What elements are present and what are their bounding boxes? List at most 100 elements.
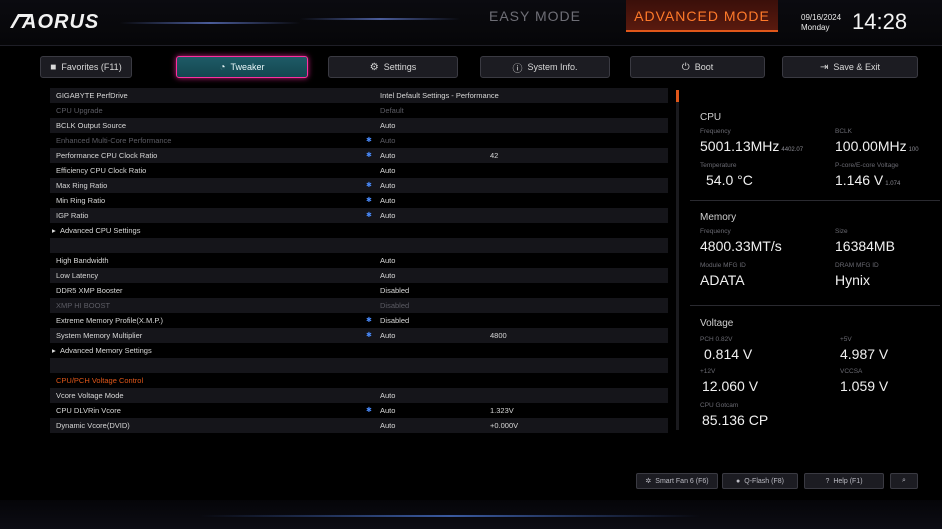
main-tabs: ■ Favorites (F11) ◔ Tweaker ⚙ Settings ⓘ… xyxy=(0,50,942,84)
fan-icon: ✲ xyxy=(645,478,652,485)
tab-favorites[interactable]: ■ Favorites (F11) xyxy=(40,56,132,78)
submenu-arrow-icon: ▸ xyxy=(52,226,56,235)
scrollbar-track[interactable] xyxy=(676,90,679,430)
setting-row[interactable]: ▸ Advanced Memory Settings xyxy=(50,343,668,358)
setting-label: High Bandwidth xyxy=(56,256,109,265)
setting-row[interactable]: Enhanced Multi-Core Performance ✱ Auto xyxy=(50,133,668,148)
modified-star-icon: ✱ xyxy=(366,212,372,219)
memory-section-title: Memory xyxy=(700,212,737,223)
setting-value[interactable]: Default xyxy=(380,103,404,118)
memory-freq-value: 4800.33MT/s xyxy=(700,238,782,254)
decor-glow xyxy=(200,515,700,517)
v5-label: +5V xyxy=(840,336,852,343)
smart-fan-button[interactable]: ✲ Smart Fan 6 (F6) xyxy=(636,473,718,489)
setting-row[interactable]: IGP Ratio ✱ Auto xyxy=(50,208,668,223)
memory-size-label: Size xyxy=(835,228,848,235)
setting-row[interactable]: High Bandwidth Auto xyxy=(50,253,668,268)
setting-value[interactable]: Auto xyxy=(380,388,395,403)
cpu-freq-label: Frequency xyxy=(700,128,731,135)
tab-boot[interactable]: ⏻ Boot xyxy=(630,56,765,78)
setting-value[interactable]: Auto xyxy=(380,178,395,193)
help-button[interactable]: ? Help (F1) xyxy=(804,473,884,489)
date-display: 09/16/2024 Monday xyxy=(801,13,841,33)
setting-value[interactable]: Disabled xyxy=(380,283,409,298)
setting-row[interactable]: Low Latency Auto xyxy=(50,268,668,283)
setting-label: CPU Upgrade xyxy=(56,106,103,115)
setting-row xyxy=(50,358,668,373)
setting-value[interactable]: Auto xyxy=(380,208,395,223)
setting-value[interactable]: Auto xyxy=(380,253,395,268)
setting-row[interactable]: BCLK Output Source Auto xyxy=(50,118,668,133)
cpu-temp-label: Temperature xyxy=(700,162,737,169)
easy-mode-tab[interactable]: EASY MODE xyxy=(455,0,615,32)
setting-row[interactable]: CPU Upgrade Default xyxy=(50,103,668,118)
setting-value[interactable]: Disabled xyxy=(380,298,409,313)
tab-settings[interactable]: ⚙ Settings xyxy=(328,56,458,78)
setting-current-value: 1.323V xyxy=(490,406,514,415)
memory-size-value: 16384MB xyxy=(835,238,895,254)
setting-value[interactable]: Auto xyxy=(380,163,395,178)
setting-label: System Memory Multiplier xyxy=(56,331,143,340)
setting-label: DDR5 XMP Booster xyxy=(56,286,123,295)
tab-label: Save & Exit xyxy=(833,62,880,72)
tab-tweaker[interactable]: ◔ Tweaker xyxy=(176,56,308,78)
vccsa-label: VCCSA xyxy=(840,368,863,375)
setting-row[interactable]: ▸ Advanced CPU Settings xyxy=(50,223,668,238)
setting-row[interactable]: Dynamic Vcore(DVID) Auto +0.000V xyxy=(50,418,668,433)
setting-label: Min Ring Ratio xyxy=(56,196,106,205)
setting-row[interactable]: System Memory Multiplier ✱ Auto 4800 xyxy=(50,328,668,343)
setting-label: Vcore Voltage Mode xyxy=(56,391,124,400)
setting-current-value: 4800 xyxy=(490,331,507,340)
setting-row[interactable]: Min Ring Ratio ✱ Auto xyxy=(50,193,668,208)
pch-label: PCH 0.82V xyxy=(700,336,733,343)
module-mfg-label: Module MFG ID xyxy=(700,262,746,269)
setting-label: GIGABYTE PerfDrive xyxy=(56,91,128,100)
modified-star-icon: ✱ xyxy=(366,182,372,189)
tab-save-exit[interactable]: ⇥ Save & Exit xyxy=(782,56,918,78)
modified-star-icon: ✱ xyxy=(366,317,372,324)
search-button[interactable]: ⌕ xyxy=(890,473,918,489)
setting-value[interactable]: Auto xyxy=(380,328,395,343)
submenu-arrow-icon: ▸ xyxy=(52,346,56,355)
tab-system-info[interactable]: ⓘ System Info. xyxy=(480,56,610,78)
scrollbar-thumb[interactable] xyxy=(676,90,679,102)
search-icon: ⌕ xyxy=(902,477,906,484)
setting-row[interactable]: Vcore Voltage Mode Auto xyxy=(50,388,668,403)
cp-value: 85.136 CP xyxy=(702,412,769,428)
setting-value[interactable]: Auto xyxy=(380,118,395,133)
setting-row[interactable]: Performance CPU Clock Ratio ✱ Auto 42 xyxy=(50,148,668,163)
setting-value[interactable]: Auto xyxy=(380,418,395,433)
decor-streak xyxy=(300,18,460,20)
section-divider xyxy=(690,305,940,306)
setting-label: Extreme Memory Profile(X.M.P.) xyxy=(56,316,163,325)
gear-icon: ⚙ xyxy=(369,61,379,73)
setting-row[interactable]: Extreme Memory Profile(X.M.P.) ✱ Disabled xyxy=(50,313,668,328)
setting-row[interactable]: Max Ring Ratio ✱ Auto xyxy=(50,178,668,193)
setting-row[interactable]: CPU DLVRin Vcore ✱ Auto 1.323V xyxy=(50,403,668,418)
setting-row[interactable]: CPU/PCH Voltage Control xyxy=(50,373,668,388)
date-text: 09/16/2024 xyxy=(801,13,842,22)
setting-row[interactable]: DDR5 XMP Booster Disabled xyxy=(50,283,668,298)
vccsa-value: 1.059 V xyxy=(840,378,889,394)
setting-value[interactable]: Auto xyxy=(380,403,395,418)
setting-row[interactable]: XMP HI BOOST Disabled xyxy=(50,298,668,313)
gauge-icon: ◔ xyxy=(219,61,226,73)
smart-fan-label: Smart Fan 6 (F6) xyxy=(655,477,709,485)
setting-value[interactable]: Auto xyxy=(380,148,395,163)
modified-star-icon: ✱ xyxy=(366,407,372,414)
qflash-button[interactable]: ● Q-Flash (F8) xyxy=(722,473,798,489)
cpu-temp-value: 54.0 °C xyxy=(706,172,753,188)
module-mfg-value: ADATA xyxy=(700,272,745,288)
setting-label: Low Latency xyxy=(56,271,99,280)
setting-value[interactable]: Auto xyxy=(380,133,395,148)
setting-row[interactable]: Efficiency CPU Clock Ratio Auto xyxy=(50,163,668,178)
setting-label: CPU DLVRin Vcore xyxy=(56,406,121,415)
setting-value[interactable]: Intel Default Settings - Performance xyxy=(380,88,499,103)
setting-row[interactable]: GIGABYTE PerfDrive Intel Default Settings… xyxy=(50,88,668,103)
advanced-mode-tab[interactable]: ADVANCED MODE xyxy=(626,0,778,32)
setting-value[interactable]: Auto xyxy=(380,268,395,283)
qflash-icon: ● xyxy=(736,477,741,485)
setting-value[interactable]: Disabled xyxy=(380,313,409,328)
setting-value[interactable]: Auto xyxy=(380,193,395,208)
modified-star-icon: ✱ xyxy=(366,152,372,159)
